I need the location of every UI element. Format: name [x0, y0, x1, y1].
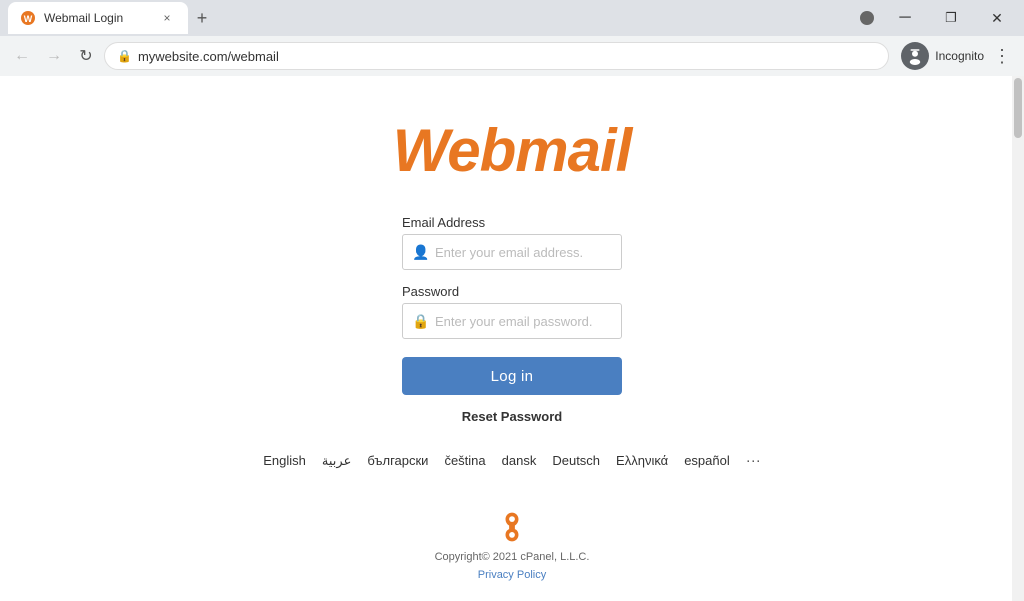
lang-spanish[interactable]: español — [684, 453, 730, 468]
lang-greek[interactable]: Ελληνικά — [616, 453, 668, 468]
login-button[interactable]: Log in — [402, 357, 622, 395]
address-bar[interactable]: 🔒 mywebsite.com/webmail — [104, 42, 889, 70]
lang-german[interactable]: Deutsch — [552, 453, 600, 468]
cpanel-logo — [494, 509, 530, 545]
privacy-policy-link[interactable]: Privacy Policy — [478, 569, 546, 581]
login-form: Email Address 👤 Password 🔒 Log in Reset … — [402, 215, 622, 424]
svg-text:W: W — [24, 14, 33, 24]
lock-field-icon: 🔒 — [412, 313, 429, 330]
user-icon: 👤 — [412, 244, 429, 261]
reload-button[interactable]: ↻ — [72, 42, 100, 70]
tab-favicon: W — [20, 10, 36, 26]
record-icon — [860, 11, 874, 25]
reset-password-link[interactable]: Reset Password — [402, 409, 622, 424]
restore-button[interactable]: ❐ — [928, 0, 974, 36]
footer: Copyright© 2021 cPanel, L.L.C. Privacy P… — [435, 509, 590, 581]
tab-item[interactable]: W Webmail Login × — [8, 2, 188, 34]
new-tab-button[interactable]: + — [188, 4, 216, 32]
lang-bulgarian[interactable]: български — [367, 453, 428, 468]
lang-danish[interactable]: dansk — [502, 453, 537, 468]
scrollbar[interactable] — [1012, 76, 1024, 601]
lang-arabic[interactable]: عربية — [322, 453, 351, 469]
address-text: mywebsite.com/webmail — [138, 49, 876, 64]
lang-czech[interactable]: čeština — [444, 453, 485, 468]
scrollbar-thumb[interactable] — [1014, 78, 1022, 138]
tab-title: Webmail Login — [44, 11, 150, 25]
close-button[interactable]: ✕ — [974, 0, 1020, 36]
lang-more-button[interactable]: ··· — [746, 452, 761, 469]
tab-close-icon[interactable]: × — [158, 9, 176, 27]
email-label: Email Address — [402, 215, 622, 230]
minimize-button[interactable]: ─ — [882, 0, 928, 36]
incognito-icon — [901, 42, 929, 70]
email-input[interactable] — [402, 234, 622, 270]
lock-icon: 🔒 — [117, 49, 132, 63]
password-label: Password — [402, 284, 622, 299]
language-bar: English عربية български čeština dansk De… — [263, 452, 761, 469]
incognito-label: Incognito — [935, 49, 984, 63]
lang-english[interactable]: English — [263, 453, 306, 468]
webmail-logo: Webmail — [393, 116, 632, 185]
forward-button[interactable]: → — [40, 42, 68, 70]
chrome-menu-button[interactable]: ⋮ — [988, 42, 1016, 70]
back-button[interactable]: ← — [8, 42, 36, 70]
password-input[interactable] — [402, 303, 622, 339]
